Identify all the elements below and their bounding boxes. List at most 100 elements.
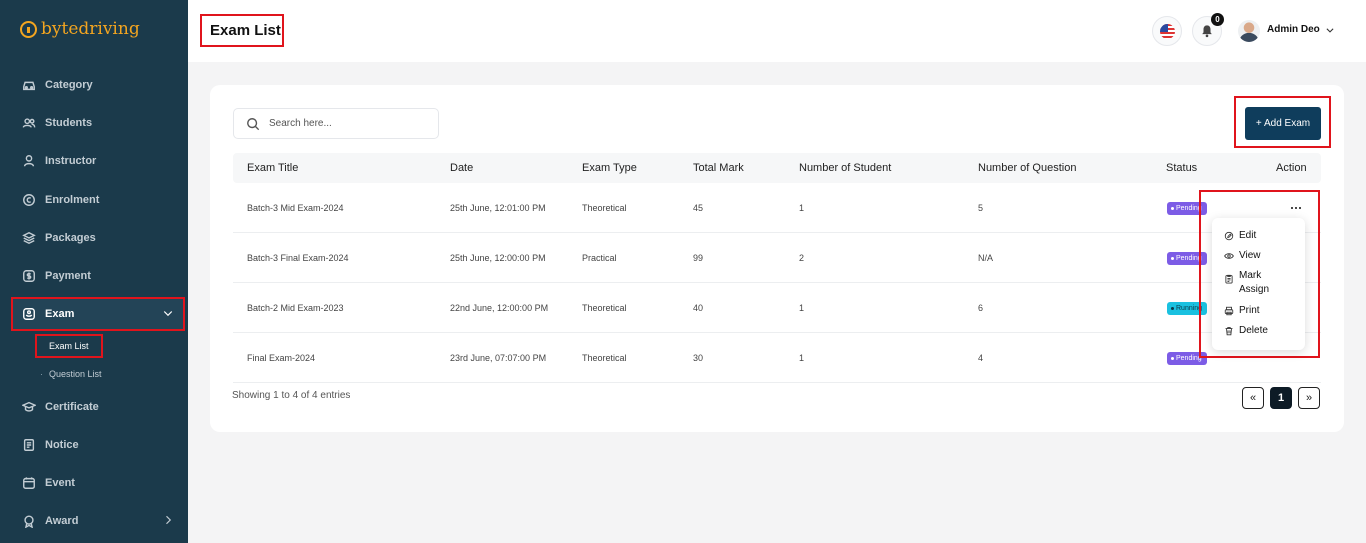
avatar[interactable] xyxy=(1238,20,1260,42)
user-name[interactable]: Admin Deo xyxy=(1267,24,1320,35)
sidebar-item-notice[interactable]: Notice xyxy=(12,429,184,461)
cell-exam-type: Theoretical xyxy=(582,203,627,213)
award-icon xyxy=(24,515,34,528)
sidebar-item-label: Payment xyxy=(45,270,91,282)
table-row: Batch-3 Final Exam-2024 25th June, 12:00… xyxy=(233,233,1321,283)
sidebar-item-enrolment[interactable]: Enrolment xyxy=(12,184,184,216)
search-icon xyxy=(247,117,260,130)
pagination-prev-button[interactable]: « xyxy=(1242,387,1264,409)
cell-exam-title: Final Exam-2024 xyxy=(247,353,316,363)
cell-total-mark: 45 xyxy=(693,203,704,213)
menu-item-label: Mark Assign xyxy=(1239,270,1270,295)
sidebar-item-label: Award xyxy=(45,515,79,527)
sidebar-item-packages[interactable]: Packages xyxy=(12,222,184,254)
sidebar-item-category[interactable]: Category xyxy=(12,69,184,101)
sidebar-subitem-question-list[interactable]: Question List xyxy=(36,363,115,385)
sidebar-item-label: Event xyxy=(45,477,75,489)
sidebar-item-label: Students xyxy=(45,117,93,129)
sidebar-item-label: Instructor xyxy=(45,155,97,167)
graduation-cap-icon xyxy=(22,401,36,412)
table-header: Exam Title Date Exam Type Total Mark Num… xyxy=(233,153,1321,183)
cell-exam-title: Batch-2 Mid Exam-2023 xyxy=(247,303,344,313)
dollar-icon xyxy=(23,270,35,282)
brand-logo[interactable]: bytedriving xyxy=(20,16,140,42)
brand-name: bytedriving xyxy=(41,19,140,39)
sidebar-item-students[interactable]: Students xyxy=(12,107,184,139)
sidebar-item-payment[interactable]: Payment xyxy=(12,260,184,292)
column-header-exam-title: Exam Title xyxy=(247,162,299,174)
steering-wheel-icon xyxy=(20,20,37,38)
column-header-action: Action xyxy=(1276,162,1307,174)
sidebar-item-label: Notice xyxy=(45,439,79,451)
menu-item-view[interactable]: View xyxy=(1224,249,1279,263)
top-header: Exam List 0 Admin Deo xyxy=(188,0,1366,62)
copyright-icon xyxy=(23,194,35,206)
table-row: Batch-3 Mid Exam-2024 25th June, 12:01:0… xyxy=(233,183,1321,233)
cell-students: 1 xyxy=(799,303,805,313)
sidebar-item-label: Category xyxy=(45,79,93,91)
cell-questions: 5 xyxy=(978,203,984,213)
menu-item-print[interactable]: Print xyxy=(1224,304,1279,318)
cell-date: 22nd June, 12:00:00 PM xyxy=(450,303,549,313)
column-header-number-of-student: Number of Student xyxy=(799,162,892,174)
sidebar-subitem-exam-list[interactable]: Exam List xyxy=(35,334,103,358)
sidebar-item-label: Certificate xyxy=(45,401,99,413)
column-header-exam-type: Exam Type xyxy=(582,162,637,174)
column-header-status: Status xyxy=(1166,162,1198,174)
pagination-next-button[interactable]: » xyxy=(1298,387,1320,409)
notice-icon xyxy=(23,439,35,451)
cell-questions: N/A xyxy=(978,253,994,263)
cell-exam-title: Batch-3 Mid Exam-2024 xyxy=(247,203,344,213)
cell-students: 1 xyxy=(799,203,805,213)
sidebar-item-instructor[interactable]: Instructor xyxy=(12,145,184,177)
table-row: Final Exam-2024 23rd June, 07:07:00 PM T… xyxy=(233,333,1321,383)
menu-item-edit[interactable]: Edit xyxy=(1224,229,1279,243)
notifications-button[interactable]: 0 xyxy=(1192,13,1224,46)
eye-icon xyxy=(1224,253,1234,259)
sidebar-item-label: Enrolment xyxy=(45,194,100,206)
cell-date: 25th June, 12:01:00 PM xyxy=(450,203,546,213)
sidebar-item-certificate[interactable]: Certificate xyxy=(12,391,184,423)
users-icon xyxy=(22,118,36,128)
clipboard-icon xyxy=(1225,274,1233,284)
exam-icon xyxy=(23,308,35,320)
sidebar-item-label: Packages xyxy=(45,232,96,244)
menu-item-mark-assign[interactable]: Mark Assign xyxy=(1224,269,1279,297)
trash-icon xyxy=(1225,327,1233,336)
sidebar-item-exam[interactable]: Exam xyxy=(11,297,185,331)
search-box[interactable] xyxy=(233,108,439,139)
language-button[interactable] xyxy=(1152,16,1182,46)
cell-questions: 4 xyxy=(978,353,984,363)
car-icon xyxy=(23,81,35,91)
sidebar-subitem-label: Exam List xyxy=(49,341,89,351)
search-input[interactable] xyxy=(269,118,419,129)
menu-item-delete[interactable]: Delete xyxy=(1224,324,1279,338)
edit-icon xyxy=(1224,231,1234,241)
chevron-down-icon xyxy=(163,311,173,317)
menu-item-label: Print xyxy=(1239,305,1260,316)
column-header-number-of-question: Number of Question xyxy=(978,162,1077,174)
cell-total-mark: 30 xyxy=(693,353,704,363)
sidebar: bytedriving Category Students Instructor… xyxy=(0,0,188,543)
exam-list-card: + Add Exam Exam Title Date Exam Type Tot… xyxy=(210,85,1344,432)
cell-students: 1 xyxy=(799,353,805,363)
cell-exam-type: Theoretical xyxy=(582,353,627,363)
menu-item-label: Edit xyxy=(1239,230,1257,241)
table-row: Batch-2 Mid Exam-2023 22nd June, 12:00:0… xyxy=(233,283,1321,333)
chevron-right-icon xyxy=(166,515,172,525)
sidebar-item-event[interactable]: Event xyxy=(12,467,184,499)
cell-questions: 6 xyxy=(978,303,984,313)
pagination-info: Showing 1 to 4 of 4 entries xyxy=(232,390,351,401)
bell-icon xyxy=(1202,25,1212,38)
chevron-down-icon[interactable] xyxy=(1325,25,1335,35)
pagination-page-1[interactable]: 1 xyxy=(1270,387,1292,409)
cell-exam-type: Theoretical xyxy=(582,303,627,313)
menu-item-label: View xyxy=(1239,250,1261,261)
cell-date: 25th June, 12:00:00 PM xyxy=(450,253,546,263)
layers-icon xyxy=(22,231,36,245)
sidebar-item-label: Exam xyxy=(45,308,75,320)
column-header-total-mark: Total Mark xyxy=(693,162,744,174)
add-exam-button[interactable]: + Add Exam xyxy=(1245,107,1321,140)
sidebar-item-award[interactable]: Award xyxy=(12,505,184,537)
calendar-icon xyxy=(23,477,35,489)
